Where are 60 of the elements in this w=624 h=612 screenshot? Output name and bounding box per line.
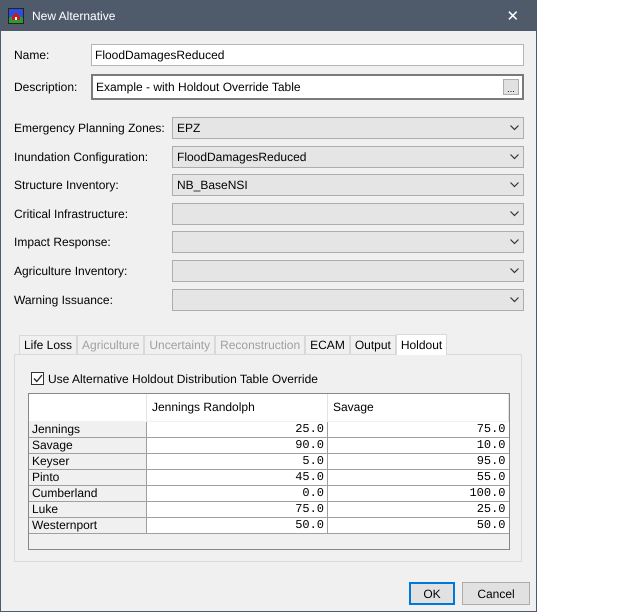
row-header: Cumberland bbox=[29, 485, 146, 502]
field-label: Description: bbox=[13, 80, 78, 94]
chevron-icon bbox=[510, 268, 519, 274]
app-icon bbox=[8, 8, 24, 24]
dropdown[interactable]: NB_BaseNSI bbox=[172, 174, 524, 196]
table-cell: 45.0 bbox=[146, 469, 328, 486]
checkbox-label: Use Alternative Holdout Distribution Table Override bbox=[48, 372, 318, 386]
field-label: Structure Inventory: bbox=[13, 178, 120, 192]
dropdown[interactable] bbox=[172, 202, 524, 225]
table-cell: 75.0 bbox=[328, 421, 508, 438]
table-cell: 0.0 bbox=[146, 485, 328, 502]
tab[interactable]: ECAM bbox=[305, 334, 350, 354]
dialog-button[interactable]: OK bbox=[409, 582, 455, 605]
table-cell: 25.0 bbox=[146, 421, 328, 438]
row-header: Westernport bbox=[29, 517, 146, 534]
window-title: New Alternative bbox=[32, 9, 116, 23]
table-cell: 75.0 bbox=[146, 501, 328, 518]
dropdown[interactable] bbox=[172, 231, 524, 254]
checkbox[interactable] bbox=[31, 372, 44, 386]
field-label: Warning Issuance: bbox=[13, 292, 114, 307]
dropdown[interactable] bbox=[172, 288, 524, 311]
field-label: Name: bbox=[13, 48, 50, 62]
chevron-icon bbox=[510, 210, 519, 217]
tab[interactable]: Holdout bbox=[396, 334, 448, 355]
row-header: Savage bbox=[29, 437, 146, 454]
browse-button[interactable]: ... bbox=[503, 79, 519, 95]
table-cell: 95.0 bbox=[328, 453, 508, 470]
row-header: Luke bbox=[29, 501, 146, 518]
table-cell: 50.0 bbox=[146, 517, 328, 534]
chevron-icon bbox=[510, 296, 519, 303]
column-header: Savage bbox=[328, 394, 508, 422]
field-label: Critical Infrastructure: bbox=[13, 206, 130, 221]
table-cell: 5.0 bbox=[146, 453, 328, 470]
name-field[interactable]: FloodDamagesReduced bbox=[91, 44, 524, 66]
field-label: Emergency Planning Zones: bbox=[13, 121, 166, 135]
chevron-icon bbox=[510, 154, 519, 160]
dropdown[interactable] bbox=[172, 260, 524, 282]
dropdown[interactable]: FloodDamagesReduced bbox=[172, 146, 524, 168]
field-label: Impact Response: bbox=[13, 235, 112, 250]
dialog-button[interactable]: Cancel bbox=[462, 582, 530, 605]
table-cell: 25.0 bbox=[328, 501, 508, 518]
row-header: Keyser bbox=[29, 453, 146, 470]
close-button[interactable]: ✕ bbox=[490, 7, 536, 25]
dropdown[interactable]: EPZ bbox=[172, 117, 524, 139]
tab[interactable]: Life Loss bbox=[19, 334, 78, 354]
table-cell: 55.0 bbox=[328, 469, 508, 486]
tab[interactable]: Output bbox=[350, 334, 396, 354]
field-label: Agriculture Inventory: bbox=[13, 264, 128, 278]
column-header: Jennings Randolph bbox=[146, 394, 328, 422]
chevron-icon bbox=[510, 182, 519, 188]
row-header: Pinto bbox=[29, 469, 146, 486]
field-label: Inundation Configuration: bbox=[13, 150, 150, 164]
table-cell: 10.0 bbox=[328, 437, 508, 454]
table-cell: 90.0 bbox=[146, 437, 328, 454]
description-field[interactable]: Example - with Holdout Override Table ... bbox=[91, 74, 524, 100]
row-header: Jennings bbox=[29, 421, 146, 438]
table-cell: 50.0 bbox=[328, 517, 508, 534]
chevron-icon bbox=[510, 125, 519, 131]
table-cell: 100.0 bbox=[328, 485, 508, 502]
chevron-icon bbox=[510, 239, 519, 246]
